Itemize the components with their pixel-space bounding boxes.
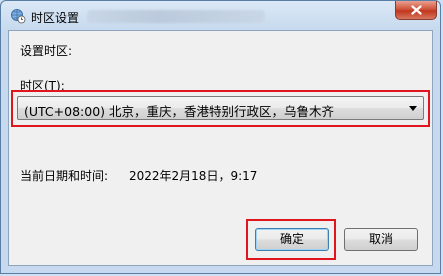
current-datetime-value: 2022年2月18日，9:17 (129, 169, 258, 183)
globe-clock-icon (10, 8, 26, 24)
cancel-button[interactable]: 取消 (344, 228, 418, 251)
close-button[interactable] (395, 1, 437, 20)
close-icon (411, 5, 422, 15)
redacted-title-region (87, 10, 265, 23)
chevron-down-icon[interactable] (409, 106, 417, 111)
ok-button[interactable]: 确定 (255, 228, 329, 251)
set-timezone-heading: 设置时区: (20, 44, 73, 58)
timezone-selected-value: (UTC+08:00) 北京，重庆，香港特别行政区，乌鲁木齐 (24, 104, 335, 119)
timezone-select[interactable]: (UTC+08:00) 北京，重庆，香港特别行政区，乌鲁木齐 (17, 96, 424, 120)
window-title: 时区设置 (31, 11, 80, 25)
current-datetime-label: 当前日期和时间: (20, 169, 109, 183)
title-bar[interactable]: 时区设置 (1, 1, 442, 31)
